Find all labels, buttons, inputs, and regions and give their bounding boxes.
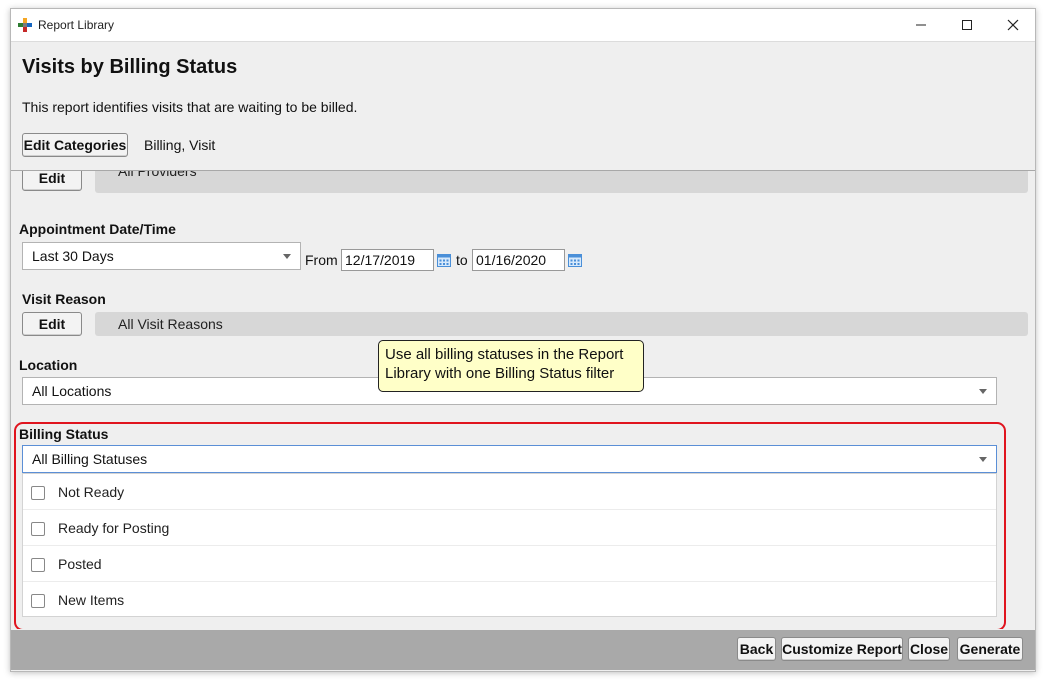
categories-value: Billing, Visit	[144, 137, 216, 153]
window-title: Report Library	[38, 18, 115, 32]
back-button[interactable]: Back	[737, 637, 776, 661]
to-label: to	[456, 252, 468, 268]
date-range-value: Last 30 Days	[32, 248, 114, 264]
list-item[interactable]: Posted	[23, 546, 996, 582]
location-value: All Locations	[32, 383, 112, 399]
checkbox[interactable]	[31, 558, 45, 572]
option-label: Not Ready	[58, 484, 125, 500]
billing-status-options: Not Ready Ready for Posting Posted New I…	[22, 473, 997, 617]
billing-status-value: All Billing Statuses	[32, 451, 148, 467]
app-logo-icon	[18, 18, 32, 32]
chevron-down-icon	[283, 254, 291, 259]
date-range-select[interactable]: Last 30 Days	[22, 242, 301, 270]
report-library-window: Report Library Visits by Billing Status …	[10, 8, 1036, 672]
checkbox[interactable]	[31, 486, 45, 500]
report-header: Visits by Billing Status This report ide…	[11, 42, 1035, 171]
billing-status-label: Billing Status	[19, 426, 109, 442]
close-icon	[1007, 19, 1019, 31]
chevron-down-icon	[979, 457, 987, 462]
from-label: From	[305, 252, 338, 268]
minimize-icon	[916, 24, 926, 26]
maximize-icon	[962, 20, 972, 30]
report-description: This report identifies visits that are w…	[22, 99, 358, 115]
close-window-button[interactable]	[993, 13, 1033, 37]
minimize-button[interactable]	[901, 13, 941, 37]
chevron-down-icon	[979, 389, 987, 394]
title-bar: Report Library	[11, 9, 1035, 42]
close-button[interactable]: Close	[908, 637, 950, 661]
checkbox[interactable]	[31, 522, 45, 536]
callout-tooltip: Use all billing statuses in the Report L…	[378, 340, 644, 392]
list-item[interactable]: New Items	[23, 582, 996, 618]
from-date-input[interactable]: 12/17/2019	[341, 249, 434, 271]
footer-toolbar: Back Customize Report Close Generate	[11, 630, 1035, 670]
filters-panel[interactable]: All Providers Edit Appointment Date/Time…	[11, 171, 1035, 629]
list-item[interactable]: Not Ready	[23, 474, 996, 510]
visit-reason-value: All Visit Reasons	[95, 312, 1028, 336]
checkbox[interactable]	[31, 594, 45, 608]
option-label: Ready for Posting	[58, 520, 170, 536]
calendar-icon[interactable]	[437, 253, 451, 267]
generate-button[interactable]: Generate	[957, 637, 1023, 661]
appointment-date-label: Appointment Date/Time	[19, 221, 176, 237]
option-label: New Items	[58, 592, 125, 608]
calendar-icon[interactable]	[568, 253, 582, 267]
edit-categories-button[interactable]: Edit Categories	[22, 133, 128, 157]
billing-status-select[interactable]: All Billing Statuses	[22, 445, 997, 473]
edit-providers-button[interactable]: Edit	[22, 171, 82, 191]
to-date-input[interactable]: 01/16/2020	[472, 249, 565, 271]
page-title: Visits by Billing Status	[22, 56, 238, 78]
location-label: Location	[19, 357, 78, 373]
visit-reason-label: Visit Reason	[22, 291, 106, 307]
edit-visit-reason-button[interactable]: Edit	[22, 312, 82, 336]
option-label: Posted	[58, 556, 102, 572]
providers-value: All Providers	[95, 171, 1028, 193]
maximize-button[interactable]	[947, 13, 987, 37]
list-item[interactable]: Ready for Posting	[23, 510, 996, 546]
customize-report-button[interactable]: Customize Report	[781, 637, 903, 661]
